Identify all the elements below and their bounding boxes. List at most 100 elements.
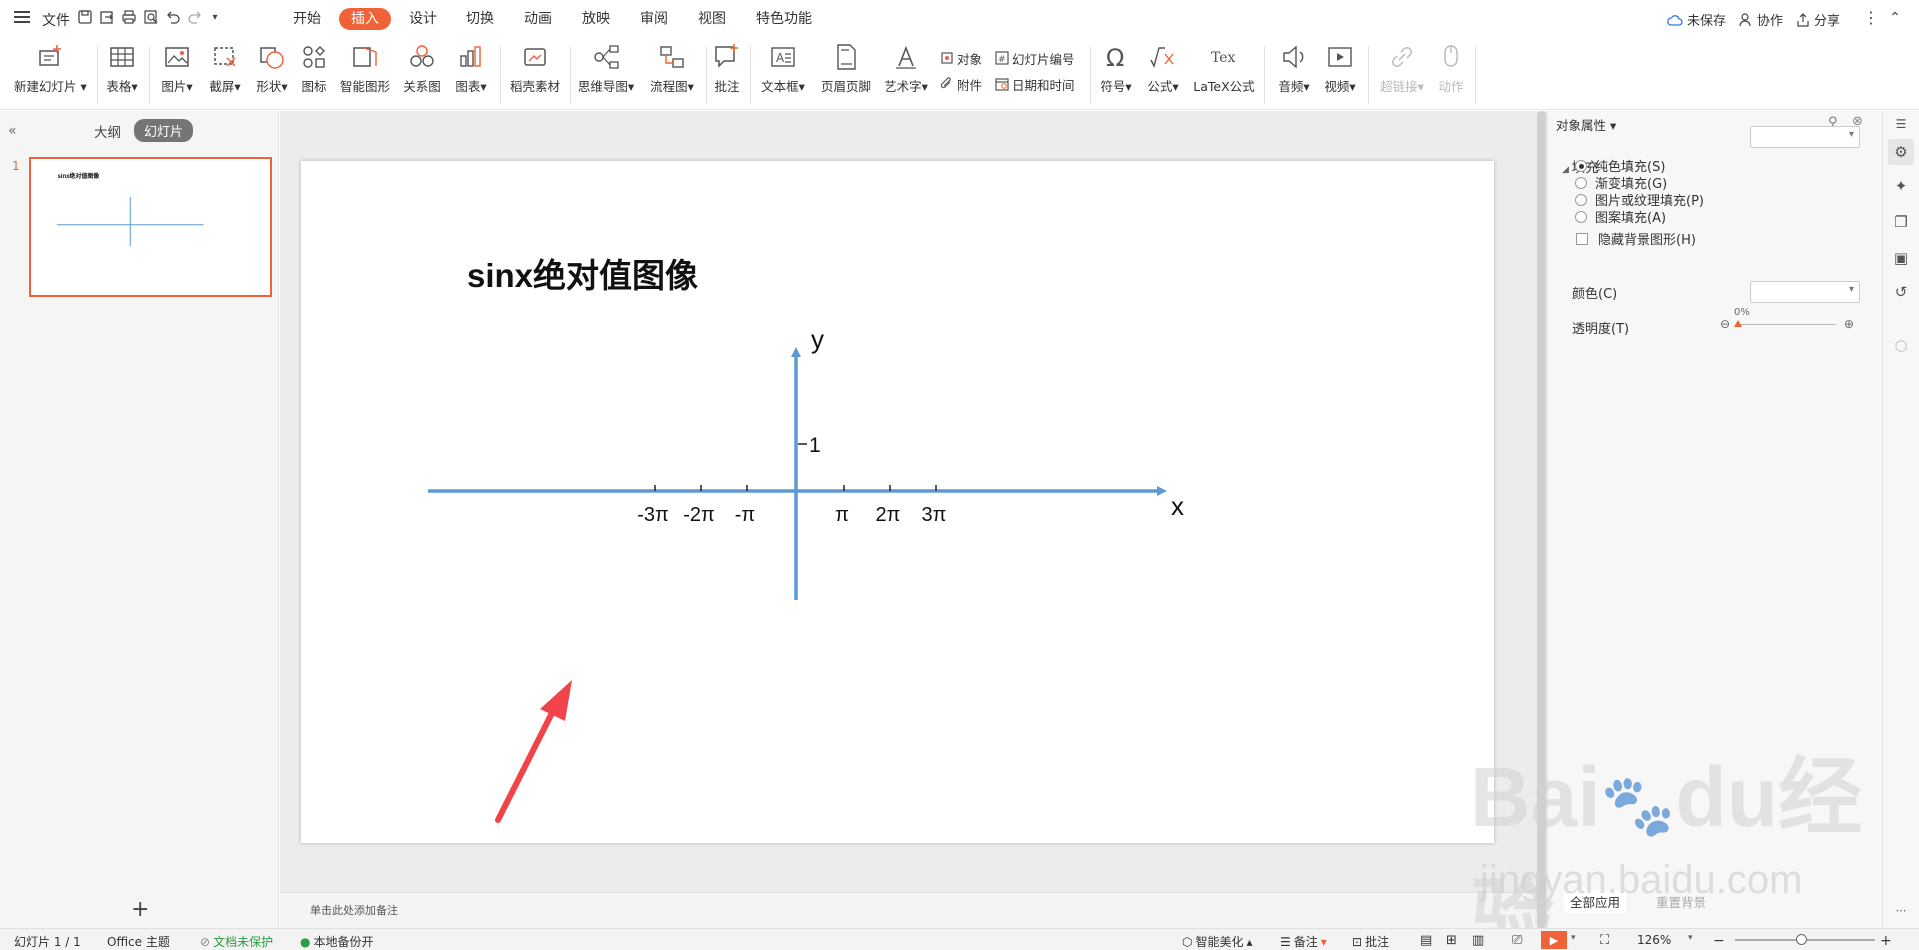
datetime-button[interactable]: 日期和时间 (995, 74, 1075, 94)
latex-button[interactable]: Tex LaTeX公式 (1192, 42, 1256, 104)
icon-label: 图标 (301, 79, 327, 94)
normal-view-icon[interactable]: ▤ (1420, 933, 1432, 948)
export-icon[interactable] (98, 9, 116, 27)
presenter-icon[interactable]: ⎚ (1512, 933, 1522, 948)
unsaved-status[interactable]: 未保存 (1667, 10, 1726, 29)
hide-background-checkbox[interactable]: 隐藏背景图形(H) (1576, 229, 1696, 248)
box-icon[interactable]: ⬡ (1891, 337, 1911, 357)
icon-button[interactable]: 图标 (299, 42, 329, 104)
tab-insert[interactable]: 插入 (339, 8, 391, 30)
smart-graphic-button[interactable]: 智能图形 (338, 42, 392, 104)
zoom-in-icon[interactable]: + (1880, 933, 1892, 949)
tab-slideshow[interactable]: 放映 (582, 9, 610, 29)
shape-button[interactable]: 形状▾ (252, 42, 292, 104)
red-pointer-arrow (495, 680, 572, 823)
tab-design[interactable]: 设计 (409, 9, 437, 29)
screenshot-button[interactable]: 截屏▾ (205, 42, 245, 104)
comment-button[interactable]: 批注 (712, 42, 742, 104)
chart-button[interactable]: 图表▾ (451, 42, 491, 104)
tab-outline[interactable]: 大纲 (94, 121, 121, 141)
x-axis-label: x (1171, 491, 1184, 521)
color-dropdown[interactable] (1750, 281, 1860, 303)
backup-status[interactable]: ● 本地备份开 (300, 933, 374, 950)
play-slideshow-button[interactable]: ▶ (1541, 931, 1567, 949)
tab-transition[interactable]: 切换 (466, 9, 494, 29)
image-tool-icon[interactable]: ▣ (1891, 249, 1911, 269)
action-label: 动作 (1438, 79, 1464, 94)
properties-icon[interactable]: ⚙ (1888, 139, 1914, 165)
slides-tool-icon[interactable]: ❐ (1891, 213, 1911, 233)
share-label: 分享 (1814, 14, 1841, 29)
redo-icon[interactable] (186, 9, 204, 27)
hyperlink-button[interactable]: 超链接▾ (1378, 42, 1426, 104)
notes-button[interactable]: ☰ 备注 ▾ (1280, 933, 1327, 950)
file-menu[interactable]: 文件 (42, 10, 70, 30)
new-slide-button[interactable]: 新建幻灯片 ▾ (14, 42, 87, 104)
quick-access-more-icon[interactable]: ▾ (206, 9, 224, 27)
formula-button[interactable]: 公式▾ (1143, 42, 1183, 104)
play-options-icon[interactable]: ▾ (1571, 933, 1576, 943)
wordart-button[interactable]: 艺术字▾ (882, 42, 930, 104)
undo-icon[interactable] (164, 9, 182, 27)
tab-review[interactable]: 审阅 (640, 9, 668, 29)
table-button[interactable]: 表格▾ (104, 42, 140, 104)
collapse-pane-icon[interactable]: « (8, 123, 17, 139)
mindmap-button[interactable]: 思维导图▾ (576, 42, 636, 104)
protect-status[interactable]: ⊘ 文档未保护 (200, 933, 273, 950)
y-tick-label: 1 (809, 434, 821, 457)
more-options-icon[interactable]: ⋮ (1862, 9, 1880, 27)
pin-tool-icon[interactable]: ✦ (1891, 177, 1911, 197)
panel-title[interactable]: 对象属性 ▾ (1556, 115, 1616, 134)
flowchart-button[interactable]: 流程图▾ (646, 42, 698, 104)
sorter-view-icon[interactable]: ⊞ (1446, 933, 1457, 948)
material-button[interactable]: 稻壳素材 (508, 42, 562, 104)
slide-canvas[interactable]: sinx绝对值图像 -3π -2π -π π 2π 3π 1 y x (301, 161, 1494, 843)
coordinate-axes[interactable]: -3π -2π -π π 2π 3π 1 y x (301, 161, 1494, 843)
tab-view[interactable]: 视图 (698, 9, 726, 29)
collab-button[interactable]: 协作 (1739, 10, 1783, 29)
print-preview-icon[interactable] (142, 9, 160, 27)
video-button[interactable]: 视频▾ (1320, 42, 1360, 104)
zoom-out-icon[interactable]: − (1713, 933, 1725, 949)
tab-animation[interactable]: 动画 (524, 9, 552, 29)
tab-slides[interactable]: 幻灯片 (134, 119, 194, 142)
reading-view-icon[interactable]: ▥ (1472, 933, 1484, 948)
fit-window-icon[interactable]: ⛶ (1600, 933, 1609, 948)
print-icon[interactable] (120, 9, 138, 27)
radio-pattern-fill[interactable]: 图案填充(A) (1575, 207, 1666, 226)
hamburger-menu-icon[interactable] (14, 11, 30, 23)
increase-icon[interactable]: ⊕ (1844, 317, 1854, 331)
zoom-dropdown-icon[interactable]: ▾ (1688, 933, 1693, 943)
comment-status-button[interactable]: ⊡ 批注 (1352, 933, 1389, 950)
slide-thumbnail[interactable]: sinx绝对值图像 (29, 157, 272, 297)
share-button[interactable]: 分享 (1796, 10, 1840, 29)
transparency-slider[interactable]: ⊖ 0% ⊕ (1718, 307, 1888, 337)
decrease-icon[interactable]: ⊖ (1720, 317, 1730, 331)
theme-name[interactable]: Office 主题 (107, 933, 170, 950)
cloud-icon (1667, 14, 1683, 26)
history-icon[interactable]: ↺ (1891, 283, 1911, 303)
save-icon[interactable] (76, 9, 94, 27)
zoom-level[interactable]: 126% (1637, 933, 1671, 947)
textbox-button[interactable]: A 文本框▾ (758, 42, 808, 104)
slide-number-button[interactable]: # 幻灯片编号 (995, 48, 1075, 68)
sidebar-menu-icon[interactable]: ☰ (1891, 117, 1911, 137)
picture-button[interactable]: 图片▾ (157, 42, 197, 104)
notes-area[interactable]: 单击此处添加备注 (280, 892, 1535, 928)
header-footer-button[interactable]: 页眉页脚 (819, 42, 873, 104)
beautify-button[interactable]: ⬡ 智能美化 ▴ (1182, 933, 1253, 950)
object-button[interactable]: 对象 (940, 48, 982, 68)
zoom-slider-handle[interactable] (1796, 934, 1807, 945)
add-slide-icon[interactable]: + (131, 897, 149, 922)
slider-handle[interactable] (1734, 320, 1742, 327)
audio-button[interactable]: 音频▾ (1274, 42, 1314, 104)
relation-button[interactable]: 关系图 (402, 42, 442, 104)
symbol-button[interactable]: Ω 符号▾ (1096, 42, 1136, 104)
fill-dropdown[interactable] (1750, 126, 1860, 148)
action-button[interactable]: 动作 (1434, 42, 1468, 104)
tab-home[interactable]: 开始 (293, 9, 321, 29)
tab-special[interactable]: 特色功能 (756, 9, 812, 29)
slider-track[interactable] (1736, 324, 1836, 325)
attachment-button[interactable]: 附件 (940, 74, 982, 94)
collapse-ribbon-icon[interactable]: ⌃ (1886, 9, 1904, 27)
